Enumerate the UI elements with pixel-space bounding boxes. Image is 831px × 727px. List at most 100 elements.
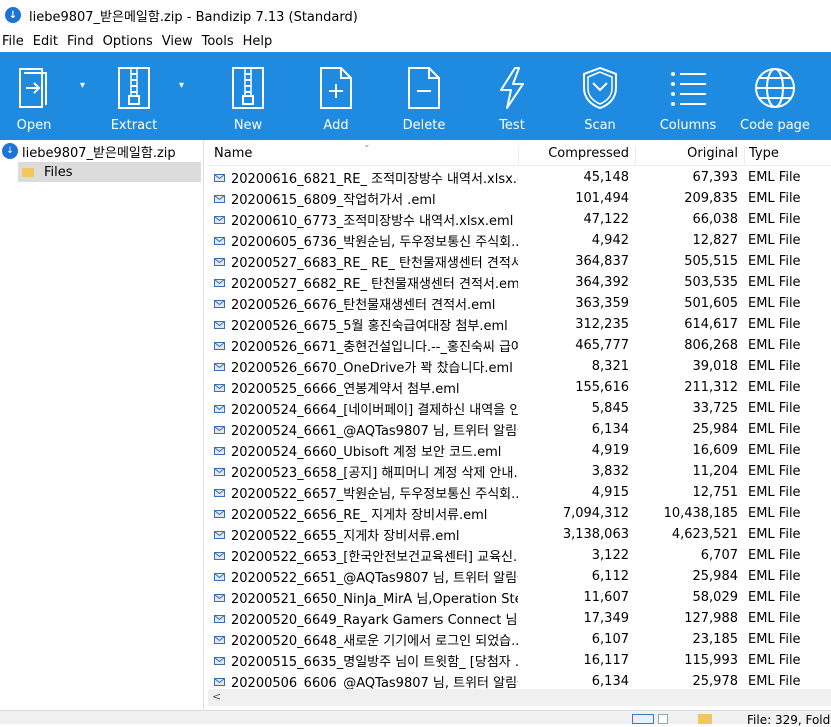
columns-button[interactable]: Columns	[642, 52, 734, 140]
delete-button[interactable]: Delete	[382, 52, 466, 140]
add-button[interactable]: Add	[290, 52, 382, 140]
column-header-type[interactable]: Type	[744, 146, 831, 165]
file-type-cell: EML File	[748, 338, 801, 353]
original-size-cell: 25,978	[692, 674, 739, 689]
file-type-cell: EML File	[748, 212, 801, 227]
original-size-cell: 505,515	[684, 254, 738, 269]
table-row[interactable]: 20200521_6650_NinJa_MirA 님,Operation Ste…	[208, 587, 831, 608]
column-header-compressed[interactable]: Compressed	[518, 146, 635, 165]
table-row[interactable]: 20200526_6671_충현건설입니다.--_홍진숙씨 급여... 465,7…	[208, 335, 831, 356]
table-row[interactable]: 20200615_6809_작업허가서 .eml 101,494 209,835 EM…	[208, 188, 831, 209]
table-row[interactable]: 20200522_6655_지게차 장비서류.eml 3,138,063 4,623…	[208, 524, 831, 545]
scroll-left-arrow-icon[interactable]: <	[212, 690, 221, 703]
file-name: 20200616_6821_RE_ 조적미장방수 내역서.xlsx.eml	[231, 172, 518, 187]
menu-view[interactable]: View	[160, 34, 200, 49]
original-size-cell: 6,707	[700, 548, 738, 563]
file-name: 20200523_6658_[공지] 해피머니 계정 삭제 안내.e...	[231, 466, 518, 481]
table-row[interactable]: 20200526_6676_탄천물재생센터 견적서.eml 363,359 501,…	[208, 293, 831, 314]
menu-options[interactable]: Options	[101, 34, 160, 49]
file-name-cell: 20200522_6655_지게차 장비서류.eml	[208, 525, 518, 544]
table-row[interactable]: 20200524_6661_@AQTas9807 님, 트위터 알림을 ... 6…	[208, 419, 831, 440]
list-view-icon[interactable]	[658, 714, 668, 724]
menu-tools[interactable]: Tools	[200, 34, 241, 49]
table-row[interactable]: 20200524_6664_[네이버페이] 결제하신 내역을 안... 5,845…	[208, 398, 831, 419]
file-name-cell: 20200526_6671_충현건설입니다.--_홍진숙씨 급여...	[208, 336, 518, 355]
file-type-cell: EML File	[748, 191, 801, 206]
original-size-cell: 33,725	[692, 401, 739, 416]
original-size-cell: 66,038	[692, 212, 739, 227]
extract-dropdown-arrow-icon[interactable]: ▾	[179, 80, 184, 91]
code-page-button[interactable]: Code page	[734, 52, 816, 140]
scan-button[interactable]: Scan	[558, 52, 642, 140]
table-row[interactable]: 20200522_6653_[한국안전보건교육센터] 교육신... 3,122 6,…	[208, 545, 831, 566]
scan-shield-icon	[579, 64, 621, 112]
file-name: 20200520_6649_Rayark Gamers Connect 님이 트…	[231, 613, 518, 628]
delete-icon	[403, 64, 445, 112]
table-row[interactable]: 20200524_6660_Ubisoft 계정 보안 코드.eml 4,919 1…	[208, 440, 831, 461]
file-type-cell: EML File	[748, 422, 801, 437]
table-row[interactable]: 20200526_6670_OneDrive가 꽉 찼습니다.eml 8,321 3…	[208, 356, 831, 377]
table-row[interactable]: 20200527_6683_RE_ RE_ 탄천물재생센터 견적서.... 364…	[208, 251, 831, 272]
original-size-cell: 67,393	[692, 170, 739, 185]
table-row[interactable]: 20200522_6657_박원순님, 두우정보통신 주식회... 4,915 12…	[208, 482, 831, 503]
eml-file-icon	[214, 215, 225, 224]
eml-file-icon	[214, 404, 225, 413]
table-row[interactable]: 20200515_6635_명일방주 님이 트윗함_ [당첨자 ... 16,11…	[208, 650, 831, 671]
test-label: Test	[499, 118, 525, 133]
original-size-cell: 10,438,185	[663, 506, 738, 521]
original-size-cell: 12,827	[692, 233, 739, 248]
tree-item-files[interactable]: Files	[18, 162, 201, 182]
compressed-size-cell: 4,915	[591, 485, 629, 500]
globe-icon	[754, 64, 796, 112]
file-name-cell: 20200526_6670_OneDrive가 꽉 찼습니다.eml	[208, 357, 518, 376]
compressed-size-cell: 3,832	[591, 464, 629, 479]
table-row[interactable]: 20200605_6736_박원순님, 두우정보통신 주식회... 4,942 12…	[208, 230, 831, 251]
table-row[interactable]: 20200616_6821_RE_ 조적미장방수 내역서.xlsx.eml 45,…	[208, 167, 831, 188]
horizontal-scrollbar[interactable]: <	[208, 689, 831, 706]
bandizip-app-icon: ↓	[5, 7, 21, 23]
menu-help[interactable]: Help	[241, 34, 280, 49]
table-row[interactable]: 20200520_6648_새로운 기기에서 로그인 되었습... 6,107 23…	[208, 629, 831, 650]
table-row[interactable]: 20200610_6773_조적미장방수 내역서.xlsx.eml 47,122 6…	[208, 209, 831, 230]
tree-root-archive[interactable]: ↓ liebe9807_받은메일함.zip	[0, 140, 203, 162]
compressed-size-cell: 6,134	[591, 674, 629, 689]
file-name: 20200610_6773_조적미장방수 내역서.xlsx.eml	[231, 214, 514, 229]
file-type-cell: EML File	[748, 359, 801, 374]
table-row[interactable]: 20200520_6649_Rayark Gamers Connect 님이 트…	[208, 608, 831, 629]
file-type-cell: EML File	[748, 527, 801, 542]
column-header-original[interactable]: Original	[635, 146, 744, 165]
file-type-cell: EML File	[748, 317, 801, 332]
columns-icon	[667, 64, 709, 112]
table-row[interactable]: 20200526_6675_5월 홍진숙급여대장 첨부.eml 312,235 61…	[208, 314, 831, 335]
test-button[interactable]: Test	[466, 52, 558, 140]
extract-button[interactable]: Extract	[70, 52, 198, 140]
eml-file-icon	[214, 467, 225, 476]
table-row[interactable]: 20200525_6666_연봉계약서 첨부.eml 155,616 211,312…	[208, 377, 831, 398]
original-size-cell: 16,609	[692, 443, 739, 458]
new-button[interactable]: New	[206, 52, 290, 140]
open-button[interactable]: Open	[0, 52, 68, 140]
menu-edit[interactable]: Edit	[31, 34, 65, 49]
table-row[interactable]: 20200522_6651_@AQTas9807 님, 트위터 알림을 ... 6…	[208, 566, 831, 587]
test-icon	[491, 64, 533, 112]
original-size-cell: 25,984	[692, 569, 739, 584]
compressed-size-cell: 364,392	[575, 275, 629, 290]
file-type-cell: EML File	[748, 632, 801, 647]
compressed-size-cell: 363,359	[575, 296, 629, 311]
file-name: 20200522_6651_@AQTas9807 님, 트위터 알림을 ...	[231, 571, 518, 586]
file-type-cell: EML File	[748, 611, 801, 626]
compressed-size-cell: 3,138,063	[562, 527, 629, 542]
compressed-size-cell: 6,134	[591, 422, 629, 437]
extract-label: Extract	[110, 118, 158, 133]
table-row[interactable]: 20200522_6656_RE_ 지게차 장비서류.eml 7,094,312 1…	[208, 503, 831, 524]
compressed-size-cell: 47,122	[583, 212, 630, 227]
table-row[interactable]: 20200527_6682_RE_ 탄천물재생센터 견적서.eml 364,392…	[208, 272, 831, 293]
tree-item-files-label: Files	[44, 164, 73, 180]
eml-file-icon	[214, 656, 225, 665]
menu-find[interactable]: Find	[65, 34, 101, 49]
table-row[interactable]: 20200523_6658_[공지] 해피머니 계정 삭제 안내.e... 3,8…	[208, 461, 831, 482]
code-page-label: Code page	[740, 118, 810, 133]
menu-file[interactable]: File	[0, 34, 31, 49]
details-view-icon[interactable]	[632, 714, 654, 724]
file-type-cell: EML File	[748, 233, 801, 248]
